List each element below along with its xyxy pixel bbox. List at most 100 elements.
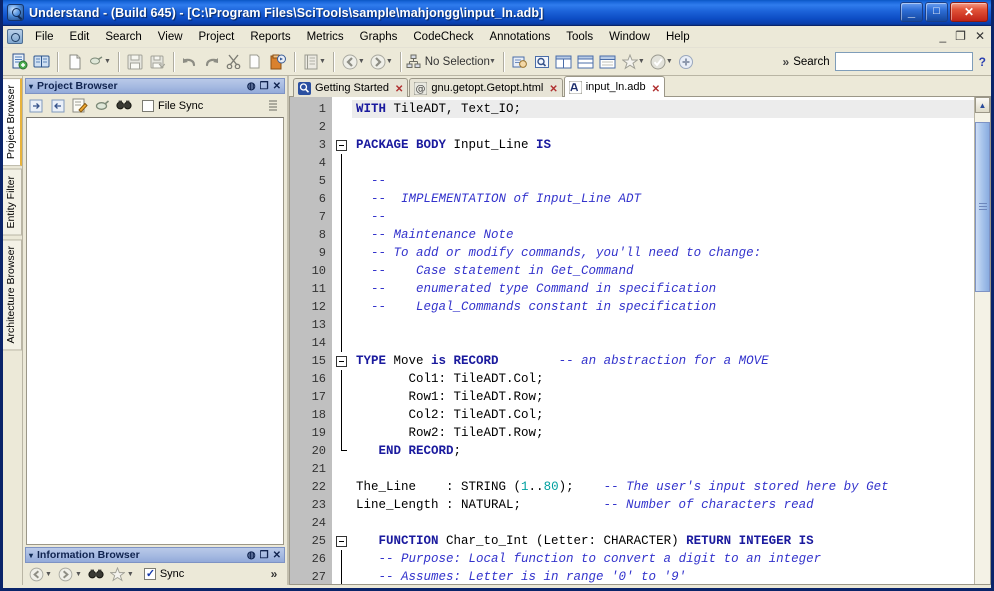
document-tab-input-ln-adb[interactable]: input_ln.adb ✕ (563, 76, 666, 97)
information-browser-close-icon[interactable]: ✕ (273, 550, 281, 561)
mdi-restore-button[interactable]: ❐ (953, 29, 968, 43)
menu-search[interactable]: Search (97, 28, 149, 46)
code-line[interactable] (352, 460, 974, 478)
search-input[interactable] (834, 52, 973, 71)
mdi-close-button[interactable]: ✕ (973, 29, 987, 43)
sidebar-tab-project-browser[interactable]: Project Browser (3, 78, 22, 167)
info-forward-icon[interactable] (56, 565, 76, 584)
menu-file[interactable]: File (27, 28, 62, 46)
back-icon[interactable] (339, 51, 361, 73)
split-horizontal-icon[interactable] (575, 51, 597, 73)
scroll-up-button[interactable]: ▲ (975, 97, 990, 113)
fold-cell[interactable] (332, 406, 352, 424)
open-project-icon[interactable] (30, 51, 52, 73)
project-browser-tree[interactable] (26, 117, 284, 545)
code-line[interactable]: TYPE Move is RECORD -- an abstraction fo… (352, 352, 974, 370)
code-line[interactable]: -- (352, 172, 974, 190)
menu-view[interactable]: View (150, 28, 191, 46)
code-fold-column[interactable] (332, 97, 352, 584)
fold-cell[interactable] (332, 190, 352, 208)
fold-cell[interactable] (332, 388, 352, 406)
code-line[interactable] (352, 334, 974, 352)
menu-help[interactable]: Help (658, 28, 698, 46)
fold-collapse-icon[interactable] (336, 536, 347, 547)
find-icon[interactable] (114, 96, 134, 115)
scrollbar-thumb[interactable] (975, 122, 990, 292)
fold-cell[interactable] (332, 280, 352, 298)
scrollbar-track[interactable] (975, 113, 990, 584)
code-line[interactable]: -- enumerated type Command in specificat… (352, 280, 974, 298)
code-line[interactable]: FUNCTION Char_to_Int (Letter: CHARACTER)… (352, 532, 974, 550)
file-sync-checkbox-box[interactable] (142, 99, 154, 112)
fold-cell[interactable] (332, 100, 352, 118)
fold-cell[interactable] (332, 514, 352, 532)
entity-locator-icon[interactable] (509, 51, 531, 73)
document-tab-close-icon[interactable]: ✕ (652, 84, 660, 95)
menu-edit[interactable]: Edit (62, 28, 98, 46)
maximize-button[interactable]: □ (925, 2, 948, 22)
sync-checkbox[interactable]: Sync (143, 567, 184, 580)
project-browser-dock-icon[interactable]: ❐ (260, 81, 269, 92)
code-line[interactable] (352, 118, 974, 136)
code-line[interactable]: END RECORD; (352, 442, 974, 460)
save-icon[interactable] (124, 51, 146, 73)
info-back-icon[interactable] (26, 565, 46, 584)
menu-project[interactable]: Project (191, 28, 243, 46)
expand-all-icon[interactable] (48, 96, 68, 115)
menu-annotations[interactable]: Annotations (481, 28, 558, 46)
code-line[interactable]: Col2: TileADT.Col; (352, 406, 974, 424)
collapse-all-icon[interactable] (26, 96, 46, 115)
sidebar-tab-entity-filter[interactable]: Entity Filter (3, 169, 22, 236)
code-line[interactable]: -- Legal_Commands constant in specificat… (352, 298, 974, 316)
code-line[interactable]: Line_Length : NATURAL; -- Number of char… (352, 496, 974, 514)
fold-cell[interactable] (332, 532, 352, 550)
selection-combo[interactable]: No Selection (406, 54, 492, 69)
code-line[interactable]: -- To add or modify commands, you'll nee… (352, 244, 974, 262)
code-line[interactable]: PACKAGE BODY Input_Line IS (352, 136, 974, 154)
fold-cell[interactable] (332, 550, 352, 568)
menu-reports[interactable]: Reports (242, 28, 298, 46)
document-tab-getopt-html[interactable]: @ gnu.getopt.Getopt.html ✕ (409, 78, 563, 97)
sidebar-tab-architecture-browser[interactable]: Architecture Browser (3, 238, 22, 351)
fold-cell[interactable] (332, 352, 352, 370)
code-line[interactable]: Row2: TileADT.Row; (352, 424, 974, 442)
undo-icon[interactable] (179, 51, 201, 73)
code-line[interactable]: -- IMPLEMENTATION of Input_Line ADT (352, 190, 974, 208)
fold-cell[interactable] (332, 154, 352, 172)
analyze-icon[interactable] (300, 51, 322, 73)
check-icon[interactable] (647, 51, 669, 73)
redo-icon[interactable] (201, 51, 223, 73)
document-tab-getting-started[interactable]: Getting Started ✕ (293, 78, 409, 97)
sync-checkbox-box[interactable] (143, 567, 156, 580)
edit-icon[interactable] (70, 96, 90, 115)
fold-cell[interactable] (332, 568, 352, 584)
fold-cell[interactable] (332, 478, 352, 496)
minimize-button[interactable]: _ (900, 2, 923, 22)
code-line[interactable]: WITH TileADT, Text_IO; (352, 100, 974, 118)
mdi-minimize-button[interactable]: _ (937, 29, 948, 43)
project-browser-menu-caret-icon[interactable]: ▾ (29, 82, 33, 91)
menu-tools[interactable]: Tools (558, 28, 601, 46)
document-tab-close-icon[interactable]: ✕ (549, 84, 557, 95)
add-icon[interactable] (675, 51, 697, 73)
open-file-icon[interactable] (85, 51, 107, 73)
info-back-dropdown-icon[interactable]: ▼ (45, 571, 52, 578)
code-line[interactable] (352, 316, 974, 334)
fold-cell[interactable] (332, 460, 352, 478)
project-browser-close-icon[interactable]: ✕ (273, 81, 281, 92)
new-window-icon[interactable] (597, 51, 619, 73)
code-line[interactable]: -- Case statement in Get_Command (352, 262, 974, 280)
code-line[interactable] (352, 154, 974, 172)
editor-vertical-scrollbar[interactable]: ▲ (974, 97, 990, 584)
code-line[interactable]: -- Purpose: Local function to convert a … (352, 550, 974, 568)
menu-window[interactable]: Window (601, 28, 658, 46)
new-file-icon[interactable] (63, 51, 85, 73)
information-browser-dock-icon[interactable]: ❐ (260, 550, 269, 561)
copy-icon[interactable] (245, 51, 267, 73)
menu-metrics[interactable]: Metrics (299, 28, 352, 46)
fold-cell[interactable] (332, 244, 352, 262)
save-all-icon[interactable] (146, 51, 168, 73)
info-forward-dropdown-icon[interactable]: ▼ (75, 571, 82, 578)
fold-cell[interactable] (332, 136, 352, 154)
selection-dropdown-icon[interactable]: ▼ (489, 58, 496, 65)
